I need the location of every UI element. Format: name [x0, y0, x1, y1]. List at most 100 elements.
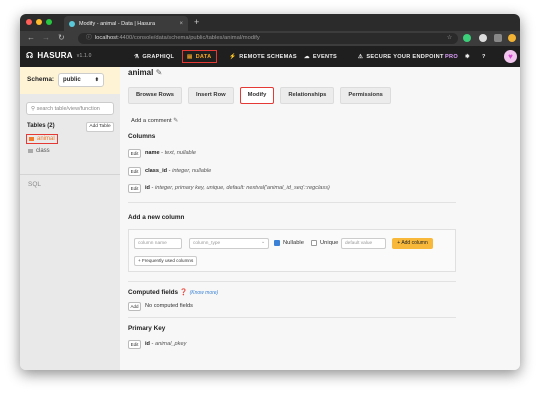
column-name: class_id	[145, 168, 168, 174]
database-icon: ▤	[187, 53, 193, 60]
divider	[128, 281, 456, 282]
unique-label: Unique	[320, 240, 339, 246]
tab-insert-row[interactable]: Insert Row	[188, 87, 234, 104]
column-type-select[interactable]: column_type ⌄	[189, 238, 269, 249]
primary-key-heading: Primary Key	[128, 325, 166, 332]
warning-icon: ⚠	[358, 53, 364, 60]
nav-pro-label: PRO	[445, 53, 459, 60]
nullable-checkbox[interactable]	[274, 240, 280, 246]
column-type-placeholder: column_type	[193, 241, 221, 246]
tab-permissions[interactable]: Permissions	[340, 87, 391, 104]
table-icon	[29, 137, 34, 141]
heart-icon[interactable]: ♥	[504, 50, 517, 63]
tab-close-icon[interactable]: ×	[179, 21, 183, 27]
hasura-logo-icon: ☊	[26, 51, 34, 60]
minimize-window-button[interactable]	[36, 19, 42, 25]
comment-pencil-icon: ✎	[173, 118, 179, 124]
menu-icon[interactable]	[508, 34, 516, 42]
hasura-logo[interactable]: ☊ HASURA v1.1.0	[26, 51, 92, 60]
nav-events[interactable]: ☁ EVENTS	[300, 50, 341, 63]
computed-fields-heading: Computed fields ❓ (Know more)	[128, 288, 218, 296]
column-type: integer, primary key, unique, default: n…	[154, 185, 330, 191]
nav-data-label: DATA	[195, 53, 212, 60]
tables-heading: Tables (2)	[27, 123, 55, 129]
extension-icon[interactable]	[463, 34, 471, 42]
primary-key-column: id	[145, 341, 150, 347]
table-search-input[interactable]: ⚲ search table/view/function	[26, 102, 114, 115]
column-name-input[interactable]: column name	[134, 238, 182, 249]
edit-column-button[interactable]: Edit	[128, 184, 141, 193]
maximize-window-button[interactable]	[46, 19, 52, 25]
nullable-label: Nullable	[283, 240, 304, 246]
divider	[128, 202, 456, 203]
url-field[interactable]: ⓘ localhost:4400/console/data/schema/publ…	[78, 33, 458, 44]
sidebar-item-label: animal	[37, 136, 55, 142]
browser-tab[interactable]: Modify - animal - Data | Hasura ×	[64, 16, 188, 31]
schema-select[interactable]: public ⬍	[58, 73, 104, 87]
default-value-input[interactable]: default value	[341, 238, 386, 249]
tab-browse-rows[interactable]: Browse Rows	[128, 87, 183, 104]
primary-key-row: id - animal_pkey	[145, 341, 187, 347]
sidebar-item-class[interactable]: class	[28, 148, 50, 154]
edit-column-button[interactable]: Edit	[128, 167, 141, 176]
edit-primary-key-button[interactable]: Edit	[128, 340, 141, 349]
back-arrow-icon[interactable]: ←	[27, 33, 35, 42]
address-bar-row: ← → ↻ ⓘ localhost:4400/console/data/schem…	[20, 31, 520, 46]
column-name: id	[145, 185, 150, 191]
flask-icon: ⚗	[134, 53, 140, 60]
new-tab-button[interactable]: +	[194, 17, 199, 27]
columns-heading: Columns	[128, 133, 156, 140]
window-controls	[26, 19, 52, 25]
help-button[interactable]: ?	[478, 50, 490, 63]
close-window-button[interactable]	[26, 19, 32, 25]
table-tabs: Browse Rows Insert Row Modify Relationsh…	[128, 87, 391, 104]
nav-pro[interactable]: PRO	[441, 50, 462, 63]
table-icon	[28, 149, 33, 153]
add-column-panel: column name column_type ⌄ Nullable Uniqu…	[128, 229, 456, 272]
help-label: ?	[482, 53, 486, 60]
add-table-button[interactable]: Add Table	[86, 122, 114, 132]
add-comment-link[interactable]: Add a comment ✎	[131, 118, 178, 124]
nav-graphiql-label: GRAPHIQL	[142, 53, 175, 60]
unique-checkbox[interactable]	[311, 240, 317, 246]
info-icon: ⓘ	[86, 35, 92, 41]
sidebar-item-sql[interactable]: SQL	[20, 174, 120, 194]
nav-secure-endpoint[interactable]: ⚠ SECURE YOUR ENDPOINT	[354, 50, 448, 63]
nav-remote-label: REMOTE SCHEMAS	[239, 53, 297, 60]
column-row: name - text, nullable	[145, 150, 197, 156]
profile-avatar-icon[interactable]	[479, 34, 487, 42]
hasura-navbar: ☊ HASURA v1.1.0 ⚗ GRAPHIQL ▤ DATA ⚡ REMOTE …	[20, 46, 520, 67]
nav-graphiql[interactable]: ⚗ GRAPHIQL	[130, 50, 178, 63]
add-column-heading: Add a new column	[128, 214, 185, 221]
nav-remote-schemas[interactable]: ⚡ REMOTE SCHEMAS	[225, 50, 301, 63]
column-row: id - integer, primary key, unique, defau…	[145, 185, 330, 191]
add-column-button[interactable]: + Add column	[392, 238, 433, 249]
sidebar-item-animal[interactable]: animal	[26, 134, 58, 144]
plug-icon: ⚡	[229, 53, 237, 60]
nav-data[interactable]: ▤ DATA	[182, 50, 217, 63]
nav-events-label: EVENTS	[312, 53, 338, 60]
search-placeholder: search table/view/function	[36, 106, 100, 112]
reload-icon[interactable]: ↻	[58, 33, 65, 42]
extension-puzzle-icon[interactable]	[494, 34, 502, 42]
browser-tab-bar: Modify - animal - Data | Hasura × +	[20, 14, 520, 31]
know-more-link[interactable]: (Know more)	[190, 290, 219, 296]
default-value-placeholder: default value	[345, 241, 373, 246]
tab-relationships[interactable]: Relationships	[280, 87, 335, 104]
url-host: localhost	[94, 35, 118, 41]
tab-modify[interactable]: Modify	[239, 87, 275, 104]
frequently-used-columns-button[interactable]: + Frequently used columns	[134, 256, 198, 266]
browser-window: Modify - animal - Data | Hasura × + ← → …	[20, 14, 520, 370]
version-badge: v1.1.0	[76, 52, 92, 59]
bookmark-star-icon[interactable]: ☆	[447, 33, 452, 44]
sidebar: Schema: public ⬍ ⚲ search table/view/fun…	[20, 67, 120, 370]
chevron-down-icon: ⌄	[260, 240, 265, 245]
forward-arrow-icon[interactable]: →	[42, 33, 50, 42]
select-caret-icon: ⬍	[94, 77, 99, 83]
edit-pencil-icon[interactable]: ✎	[156, 68, 163, 77]
settings-gear-icon[interactable]: ✱	[461, 50, 474, 63]
table-name: animal	[128, 68, 154, 77]
add-computed-field-button[interactable]: Add	[128, 302, 141, 311]
edit-column-button[interactable]: Edit	[128, 149, 141, 158]
main-content: animal ✎ Browse Rows Insert Row Modify R…	[120, 67, 520, 370]
